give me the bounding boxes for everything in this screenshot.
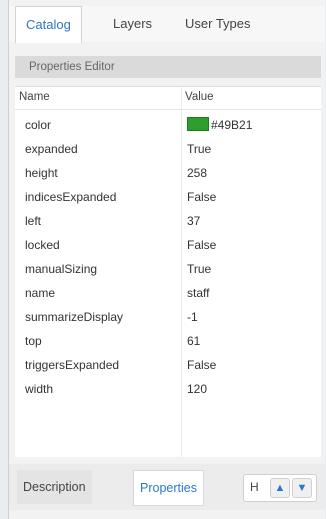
property-row[interactable]: height 258 [15, 161, 321, 185]
color-swatch-icon[interactable] [187, 117, 209, 131]
property-name: manualSizing [25, 262, 98, 276]
sort-control-label: H [250, 480, 259, 494]
property-value[interactable]: False [187, 233, 216, 257]
property-name: left [25, 214, 42, 228]
property-row[interactable]: triggersExpanded False [15, 353, 321, 377]
property-row[interactable]: summarizeDisplay -1 [15, 305, 321, 329]
property-rows: color #49B21 expanded True height 258 in… [15, 113, 321, 401]
sort-control[interactable]: H ▲ ▼ [243, 474, 317, 502]
property-value[interactable]: False [187, 185, 216, 209]
tab-description[interactable]: Description [17, 470, 92, 504]
property-grid: Name Value color #49B21 expanded True he… [15, 86, 321, 457]
property-value[interactable]: staff [187, 281, 209, 305]
property-name: color [25, 118, 52, 132]
property-name: height [25, 166, 58, 180]
property-value[interactable]: 37 [187, 209, 200, 233]
tab-layers[interactable]: Layers [103, 6, 162, 42]
bottom-tab-bar: Description Properties H ▲ ▼ [9, 464, 325, 510]
property-row[interactable]: expanded True [15, 137, 321, 161]
property-name: summarizeDisplay [25, 310, 124, 324]
property-row[interactable]: locked False [15, 233, 321, 257]
property-value[interactable]: True [187, 137, 211, 161]
property-row[interactable]: manualSizing True [15, 257, 321, 281]
property-name: top [25, 334, 42, 348]
tab-catalog[interactable]: Catalog [15, 6, 82, 43]
property-row[interactable]: left 37 [15, 209, 321, 233]
chevron-down-icon[interactable]: ▼ [292, 478, 312, 498]
grid-header: Name Value [15, 87, 321, 110]
property-name: locked [25, 238, 60, 252]
tab-properties[interactable]: Properties [133, 470, 204, 506]
property-name: width [25, 382, 54, 396]
property-name: expanded [25, 142, 78, 156]
property-row[interactable]: name staff [15, 281, 321, 305]
chevron-up-icon[interactable]: ▲ [270, 478, 290, 498]
properties-window: Catalog Layers User Types Properties Edi… [8, 0, 325, 519]
color-value-text: #49B21 [211, 118, 253, 132]
property-row[interactable]: width 120 [15, 377, 321, 401]
property-value[interactable]: 258 [187, 161, 207, 185]
property-value[interactable]: True [187, 257, 211, 281]
property-value[interactable]: False [187, 353, 216, 377]
top-tabs: Catalog Layers User Types [9, 6, 325, 43]
property-value[interactable]: #49B21 [187, 113, 252, 137]
property-value[interactable]: 61 [187, 329, 200, 353]
panel-title: Properties Editor [15, 56, 321, 78]
property-row[interactable]: top 61 [15, 329, 321, 353]
property-value[interactable]: -1 [187, 305, 198, 329]
property-row[interactable]: indicesExpanded False [15, 185, 321, 209]
property-value[interactable]: 120 [187, 377, 207, 401]
property-row[interactable]: color #49B21 [15, 113, 321, 137]
column-header-value[interactable]: Value [185, 91, 214, 103]
tab-user-types[interactable]: User Types [175, 6, 261, 42]
column-header-name[interactable]: Name [19, 91, 50, 103]
property-name: indicesExpanded [25, 190, 117, 204]
property-name: name [25, 286, 56, 300]
property-name: triggersExpanded [25, 358, 120, 372]
